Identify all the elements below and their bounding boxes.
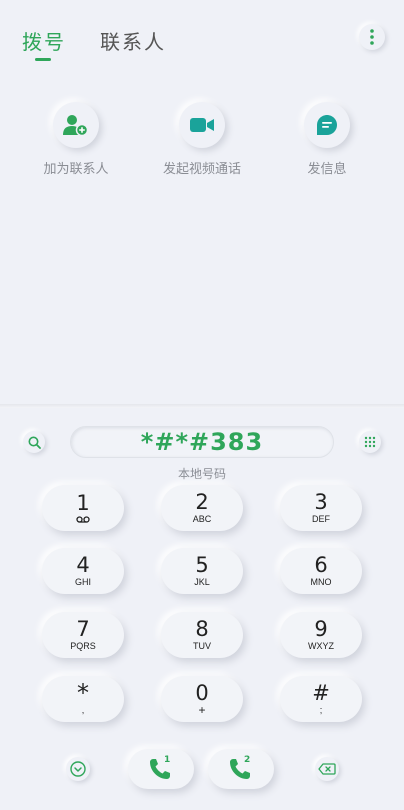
dialed-number-field[interactable]: *#*#383 <box>70 426 334 458</box>
key-letters: GHI <box>74 577 91 587</box>
key-letters: WXYZ <box>308 641 334 651</box>
add-contact-label: 加为联系人 <box>43 162 109 177</box>
key-letters: PQRS <box>70 641 96 651</box>
key-letters: ABC <box>192 514 212 524</box>
key-hash[interactable]: # ; <box>280 676 362 722</box>
key-4[interactable]: 4 GHI <box>42 548 124 594</box>
key-0[interactable]: 0 + <box>161 676 243 722</box>
key-letters: , <box>81 705 85 715</box>
key-digit: 2 <box>195 490 209 514</box>
search-button[interactable] <box>23 431 45 453</box>
key-digit: 9 <box>314 617 328 641</box>
key-1[interactable]: 1 <box>42 485 124 531</box>
video-call-button[interactable] <box>179 102 225 148</box>
tab-contacts[interactable]: 联系人 <box>100 26 166 55</box>
key-8[interactable]: 8 TUV <box>161 612 243 658</box>
keypad-toggle-button[interactable] <box>359 431 381 453</box>
message-icon <box>317 115 337 135</box>
tab-bar: 拨号 联系人 <box>22 26 166 55</box>
call-sim2-button[interactable]: 2 <box>208 749 274 789</box>
dialed-number: *#*#383 <box>140 428 264 456</box>
key-7[interactable]: 7 PQRS <box>42 612 124 658</box>
dialpad-icon <box>364 436 376 448</box>
key-letters: ; <box>319 705 323 715</box>
message-label: 发信息 <box>307 162 347 177</box>
message-action[interactable]: 发信息 <box>267 102 387 177</box>
video-call-label: 发起视频通话 <box>162 162 241 177</box>
backspace-button[interactable] <box>315 757 339 781</box>
key-digit: 8 <box>195 617 209 641</box>
add-contact-action[interactable]: 加为联系人 <box>16 102 136 177</box>
add-contact-button[interactable] <box>53 102 99 148</box>
call-sim1-button[interactable]: 1 <box>128 749 194 789</box>
backspace-icon <box>318 763 336 775</box>
search-icon <box>28 436 41 449</box>
key-digit: 5 <box>195 553 209 577</box>
more-vertical-icon <box>370 29 374 45</box>
key-digit: 1 <box>76 491 90 515</box>
chevron-down-icon <box>70 761 86 777</box>
video-call-action[interactable]: 发起视频通话 <box>142 102 262 177</box>
message-button[interactable] <box>304 102 350 148</box>
panel-divider <box>0 404 404 408</box>
key-letters: DEF <box>312 514 330 524</box>
key-letters: TUV <box>193 641 211 651</box>
key-digit: # <box>312 681 330 705</box>
key-letters: JKL <box>194 577 210 587</box>
key-digit: 3 <box>314 490 328 514</box>
key-digit: 6 <box>314 553 328 577</box>
key-letters: + <box>198 703 206 717</box>
active-tab-indicator <box>35 58 51 61</box>
sim1-label: 1 <box>164 755 171 765</box>
key-digit: 7 <box>76 617 90 641</box>
more-options-button[interactable] <box>359 24 385 50</box>
key-digit: 4 <box>76 553 90 577</box>
key-2[interactable]: 2 ABC <box>161 485 243 531</box>
key-6[interactable]: 6 MNO <box>280 548 362 594</box>
sim2-label: 2 <box>244 755 251 765</box>
hide-keypad-button[interactable] <box>66 757 90 781</box>
tab-dial[interactable]: 拨号 <box>22 26 66 55</box>
number-location: 本地号码 <box>177 467 226 481</box>
key-letters: MNO <box>310 577 332 587</box>
voicemail-icon <box>76 516 90 523</box>
add-contact-icon <box>63 115 89 137</box>
key-9[interactable]: 9 WXYZ <box>280 612 362 658</box>
video-call-icon <box>190 118 214 132</box>
key-3[interactable]: 3 DEF <box>280 485 362 531</box>
key-digit: * <box>77 679 89 707</box>
key-star[interactable]: * , <box>42 676 124 722</box>
key-5[interactable]: 5 JKL <box>161 548 243 594</box>
key-digit: 0 <box>195 681 209 705</box>
